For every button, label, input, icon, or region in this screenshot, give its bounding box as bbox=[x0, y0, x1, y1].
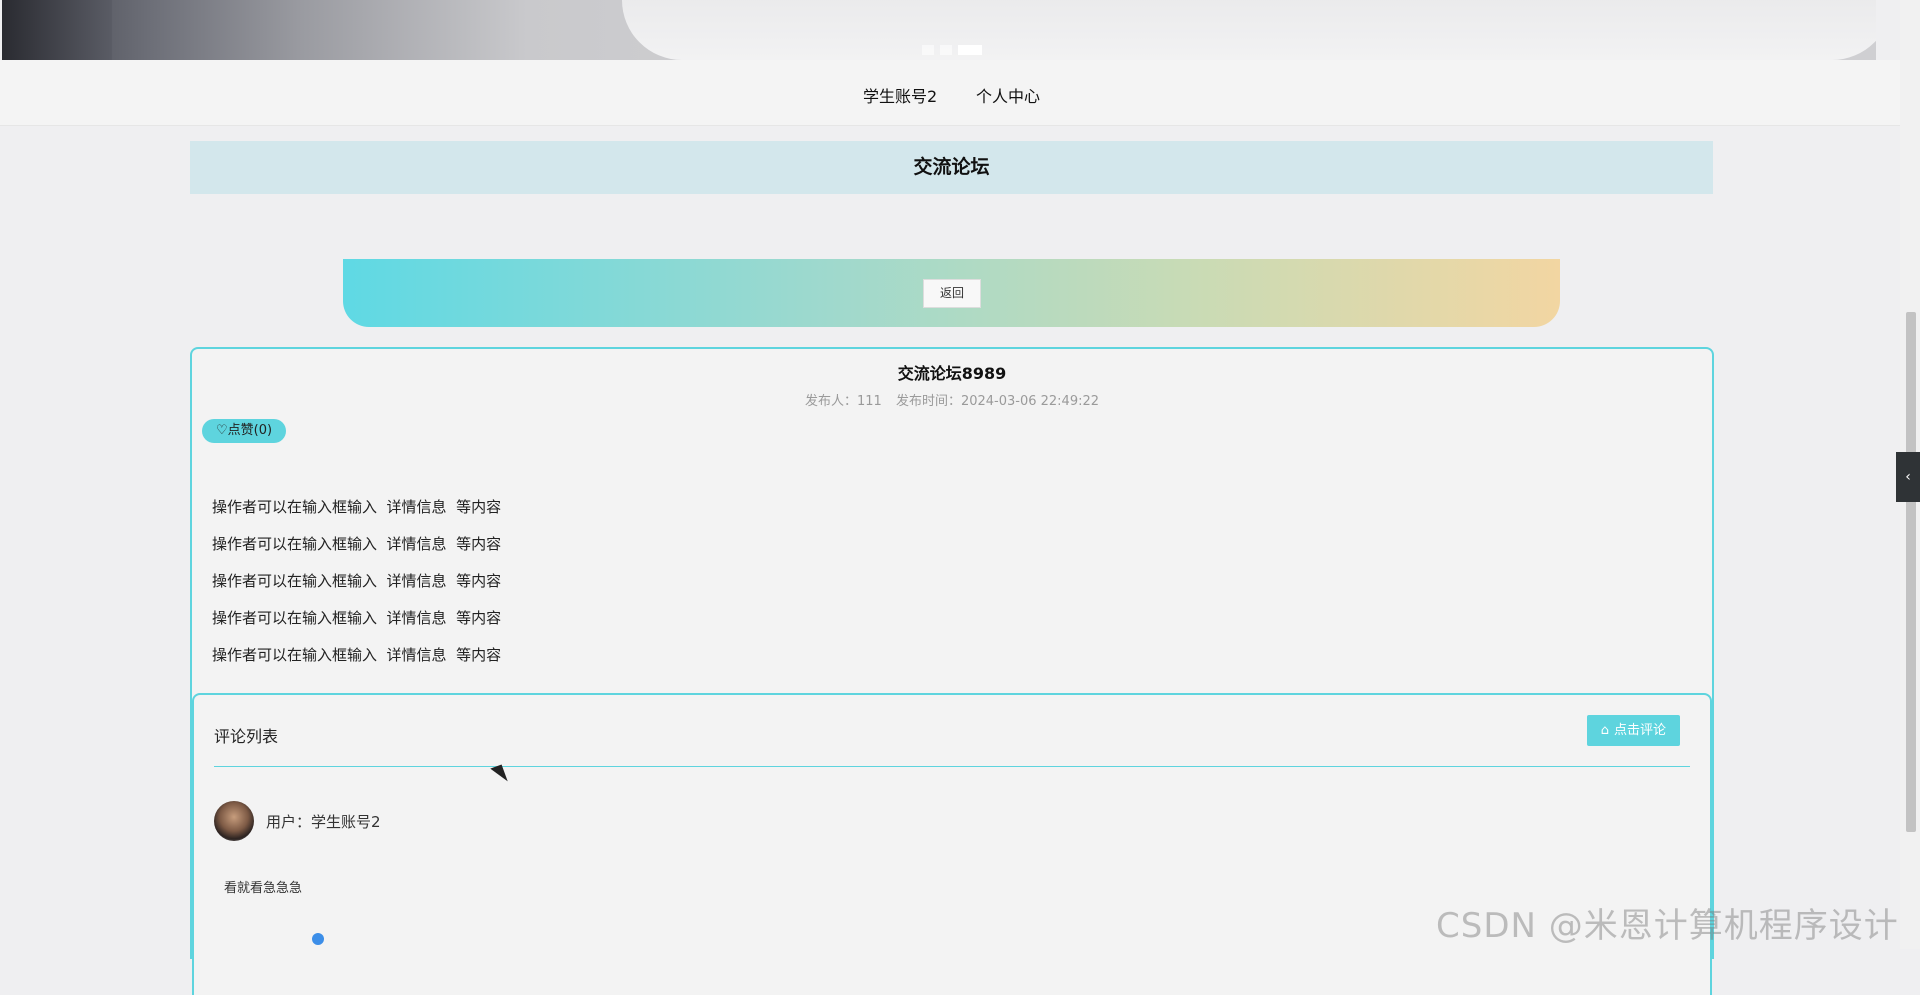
divider bbox=[214, 766, 1690, 767]
post-content: 操作者可以在输入框输入 详情信息 等内容 操作者可以在输入框输入 详情信息 等内… bbox=[212, 489, 501, 674]
comment-user: 用户：学生账号2 bbox=[266, 813, 381, 831]
heart-icon: ♡ bbox=[216, 423, 228, 438]
back-button[interactable]: 返回 bbox=[923, 279, 981, 308]
comment-list-title: 评论列表 bbox=[214, 727, 279, 746]
page-title: 交流论坛 bbox=[190, 141, 1713, 194]
add-comment-label: 点击评论 bbox=[1613, 723, 1666, 738]
post-author: 发布人：111 bbox=[804, 394, 882, 409]
hero-banner bbox=[2, 0, 1876, 60]
scroll-indicator[interactable] bbox=[312, 933, 324, 945]
nav-item-personal-center[interactable]: 个人中心 bbox=[976, 83, 1040, 107]
comment-list-card: 评论列表 ⌂ 点击评论 用户：学生账号2 看就看急急急 bbox=[192, 693, 1712, 995]
content-line: 操作者可以在输入框输入 详情信息 等内容 bbox=[212, 535, 502, 553]
like-button[interactable]: ♡点赞(0) bbox=[202, 419, 287, 443]
post-detail-card: 交流论坛8989 发布人：111 发布时间：2024-03-06 22:49:2… bbox=[190, 347, 1714, 995]
banner-image-shape bbox=[622, 0, 1876, 60]
nav-item-account[interactable]: 学生账号2 bbox=[863, 83, 937, 107]
content-line: 操作者可以在输入框输入 详情信息 等内容 bbox=[212, 498, 502, 516]
carousel-dot-active[interactable] bbox=[958, 45, 982, 55]
content-line: 操作者可以在输入框输入 详情信息 等内容 bbox=[212, 646, 502, 664]
add-comment-button[interactable]: ⌂ 点击评论 bbox=[1586, 715, 1680, 746]
chevron-left-icon[interactable]: ‹ bbox=[1896, 452, 1920, 502]
home-icon: ⌂ bbox=[1600, 723, 1609, 738]
top-navbar: 学生账号2 个人中心 bbox=[0, 60, 1900, 126]
watermark: CSDN @米恩计算机程序设计 bbox=[1436, 906, 1899, 946]
post-title: 交流论坛8989 bbox=[897, 364, 1007, 383]
post-time: 发布时间：2024-03-06 22:49:22 bbox=[895, 394, 1100, 409]
banner-image-left bbox=[2, 0, 112, 60]
carousel-dots[interactable] bbox=[922, 45, 982, 55]
comment-text: 看就看急急急 bbox=[224, 881, 303, 896]
scrollbar-thumb[interactable] bbox=[1906, 312, 1916, 832]
content-line: 操作者可以在输入框输入 详情信息 等内容 bbox=[212, 609, 502, 627]
content-line: 操作者可以在输入框输入 详情信息 等内容 bbox=[212, 572, 502, 590]
carousel-dot[interactable] bbox=[940, 45, 952, 55]
carousel-dot[interactable] bbox=[922, 45, 934, 55]
post-meta: 发布人：111 发布时间：2024-03-06 22:49:22 bbox=[192, 390, 1712, 409]
avatar bbox=[214, 801, 254, 841]
like-label: 点赞(0) bbox=[227, 423, 273, 438]
